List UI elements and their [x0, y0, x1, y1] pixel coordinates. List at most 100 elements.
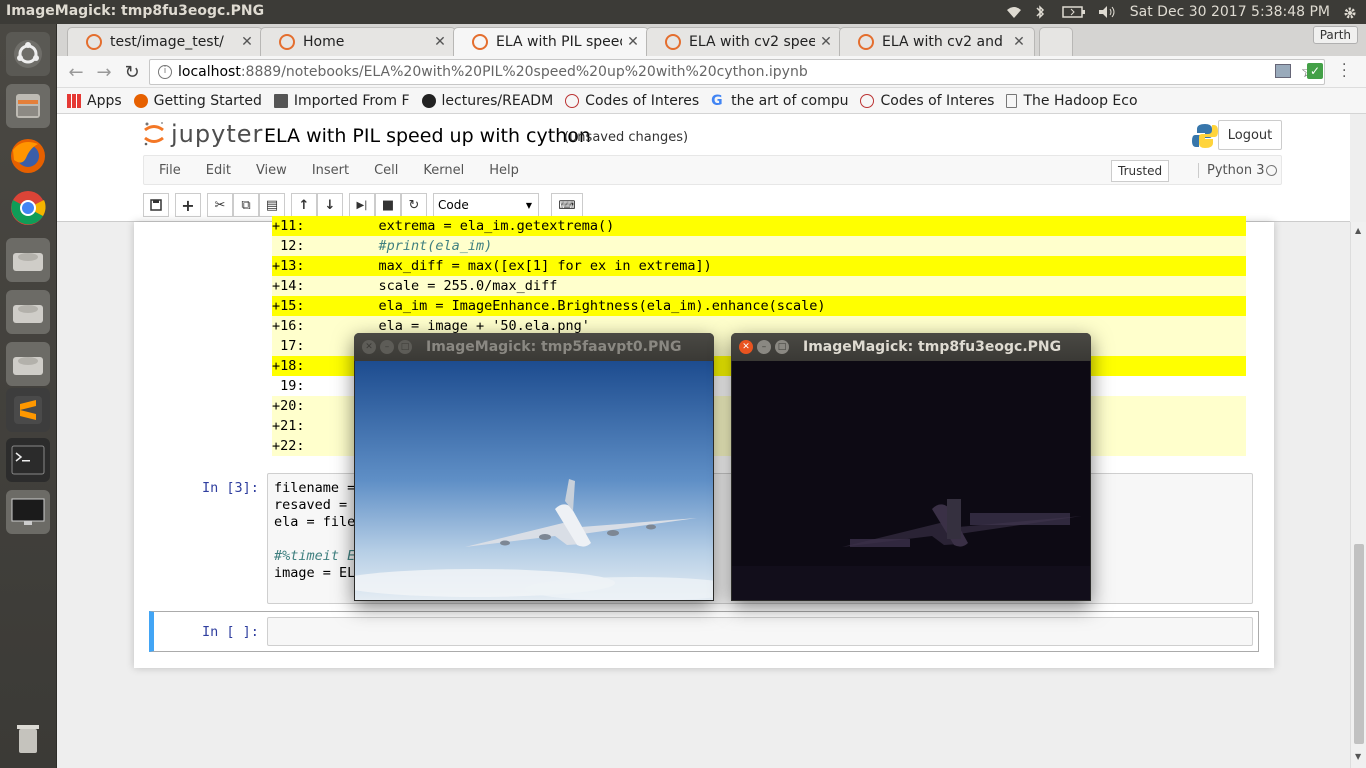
chrome-menu-icon[interactable]: · · ·	[1342, 58, 1348, 84]
terminal-icon[interactable]	[6, 438, 50, 482]
info-icon[interactable]: i	[158, 65, 172, 79]
tab-test-image[interactable]: test/image_test/ ✕	[67, 27, 263, 56]
system-top-panel: ImageMagick: tmp8fu3eogc.PNG Sat Dec 30 …	[0, 0, 1366, 24]
scroll-up-icon[interactable]: ▲	[1355, 226, 1361, 235]
menu-insert[interactable]: Insert	[312, 163, 349, 178]
stop-icon[interactable]: ■	[375, 193, 401, 217]
chrome-icon[interactable]	[6, 186, 50, 230]
minimize-icon[interactable]: –	[757, 340, 771, 354]
cell-prompt: In [3]:	[202, 480, 259, 496]
profile-button[interactable]: Parth	[1312, 26, 1358, 44]
forward-icon[interactable]: →	[93, 61, 115, 83]
browser-tab-bar: test/image_test/ ✕ Home ✕ ELA with PIL s…	[57, 24, 1366, 56]
menu-view[interactable]: View	[256, 163, 287, 178]
save-icon[interactable]	[143, 193, 169, 217]
tab-ela-cv2-cu[interactable]: ELA with cv2 and cu ✕	[839, 27, 1035, 56]
close-icon[interactable]: ✕	[1012, 34, 1026, 50]
scrollbar-thumb[interactable]	[1354, 544, 1364, 744]
window-titlebar[interactable]: ✕ – □ ImageMagick: tmp8fu3eogc.PNG	[731, 333, 1091, 361]
minimize-icon[interactable]: –	[380, 340, 394, 354]
page-scrollbar[interactable]: ▲ ▼	[1350, 222, 1366, 768]
volume-icon[interactable]	[1098, 5, 1118, 19]
bookmark-codes-of-interest[interactable]: Codes of Interes	[565, 93, 699, 109]
bookmark-hadoop[interactable]: The Hadoop Eco	[1006, 93, 1138, 109]
keyboard-icon[interactable]: ⌨	[551, 193, 583, 217]
disk-drive-icon[interactable]	[6, 342, 50, 386]
cut-icon[interactable]: ✂	[207, 193, 233, 217]
code-cell-input[interactable]	[267, 617, 1253, 646]
url-host: localhost	[178, 64, 241, 80]
menu-cell[interactable]: Cell	[374, 163, 398, 178]
jupyter-favicon-icon	[279, 34, 295, 50]
tab-ela-pil[interactable]: ELA with PIL speed ✕	[453, 27, 649, 56]
address-bar[interactable]: i localhost:8889/notebooks/ELA%20with%20…	[149, 59, 1325, 85]
maximize-icon[interactable]: □	[775, 340, 789, 354]
bookmark-getting-started[interactable]: Getting Started	[133, 93, 262, 109]
add-cell-icon[interactable]: +	[175, 193, 201, 217]
new-tab-button[interactable]	[1039, 27, 1073, 56]
imagemagick-window-ela[interactable]: ✕ – □ ImageMagick: tmp8fu3eogc.PNG	[731, 333, 1091, 601]
window-title: ImageMagick: tmp8fu3eogc.PNG	[803, 339, 1062, 355]
notebook-title[interactable]: ELA with PIL speed up with cython	[264, 125, 591, 147]
jupyter-logo-icon	[143, 121, 165, 147]
close-icon[interactable]: ✕	[819, 34, 833, 50]
paste-icon[interactable]: ▤	[259, 193, 285, 217]
disk-drive-icon[interactable]	[6, 238, 50, 282]
firefox-icon[interactable]	[6, 134, 50, 178]
restart-icon[interactable]: ↻	[401, 193, 427, 217]
logout-button[interactable]: Logout	[1218, 120, 1282, 150]
close-icon[interactable]: ✕	[240, 34, 254, 50]
save-status: (unsaved changes)	[564, 130, 689, 145]
bookmark-lectures[interactable]: lectures/READM	[421, 93, 553, 109]
move-down-icon[interactable]: ↓	[317, 193, 343, 217]
bookmark-art-of-computer[interactable]: G the art of compu	[711, 93, 848, 109]
close-icon[interactable]: ✕	[362, 340, 376, 354]
jupyter-logo[interactable]: jupyter	[143, 120, 263, 148]
tab-home[interactable]: Home ✕	[260, 27, 456, 56]
menu-help[interactable]: Help	[489, 163, 519, 178]
move-up-icon[interactable]: ↑	[291, 193, 317, 217]
code-line: 12: #print(ela_im)	[272, 236, 1246, 256]
close-icon[interactable]: ✕	[433, 34, 447, 50]
tab-ela-cv2[interactable]: ELA with cv2 speed ✕	[646, 27, 842, 56]
menu-edit[interactable]: Edit	[206, 163, 231, 178]
trusted-badge[interactable]: Trusted	[1111, 160, 1170, 182]
wifi-icon[interactable]	[1006, 5, 1022, 19]
imagemagick-window-original[interactable]: ✕ – □ ImageMagick: tmp5faavpt0.PNG	[354, 333, 714, 601]
scroll-down-icon[interactable]: ▼	[1355, 752, 1361, 761]
run-icon[interactable]: ▶|	[349, 193, 375, 217]
menu-kernel[interactable]: Kernel	[423, 163, 464, 178]
clock[interactable]: Sat Dec 30 2017 5:38:48 PM	[1130, 4, 1330, 20]
code-line: +14: scale = 255.0/max_diff	[272, 276, 1246, 296]
window-titlebar[interactable]: ✕ – □ ImageMagick: tmp5faavpt0.PNG	[354, 333, 714, 361]
window-title: ImageMagick: tmp5faavpt0.PNG	[426, 339, 682, 355]
firefox-icon	[133, 93, 148, 108]
jupyter-favicon-icon	[665, 34, 681, 50]
bookmark-imported-folder[interactable]: Imported From F	[273, 93, 410, 109]
notebook-toolbar: + ✂ ⧉ ▤ ↑ ↓ ▶| ■ ↻ Code ▼ ⌨	[143, 192, 583, 218]
trash-icon[interactable]	[6, 716, 50, 760]
gear-icon[interactable]	[1342, 5, 1358, 19]
airplane-photo	[355, 361, 713, 600]
col-icon	[565, 93, 580, 108]
apps-grid-icon	[67, 93, 81, 108]
disk-drive-icon[interactable]	[6, 290, 50, 334]
battery-icon[interactable]	[1062, 5, 1086, 19]
reload-icon[interactable]: ↻	[121, 61, 143, 83]
close-icon[interactable]: ✕	[739, 340, 753, 354]
copy-icon[interactable]: ⧉	[233, 193, 259, 217]
imagemagick-window-icon[interactable]	[6, 490, 50, 534]
extension-photo-icon[interactable]	[1275, 64, 1291, 78]
bookmark-apps[interactable]: Apps	[67, 93, 122, 109]
menu-file[interactable]: File	[159, 163, 181, 178]
cell-type-select[interactable]: Code ▼	[433, 193, 539, 217]
files-icon[interactable]	[6, 84, 50, 128]
maximize-icon[interactable]: □	[398, 340, 412, 354]
bluetooth-icon[interactable]	[1034, 5, 1050, 19]
extension-check-icon[interactable]: ✓	[1307, 63, 1323, 79]
back-icon[interactable]: ←	[65, 61, 87, 83]
close-icon[interactable]: ✕	[626, 34, 640, 50]
sublime-text-icon[interactable]	[6, 388, 50, 432]
ubuntu-dash-icon[interactable]	[6, 32, 50, 76]
bookmark-codes-of-interest-2[interactable]: Codes of Interes	[860, 93, 994, 109]
